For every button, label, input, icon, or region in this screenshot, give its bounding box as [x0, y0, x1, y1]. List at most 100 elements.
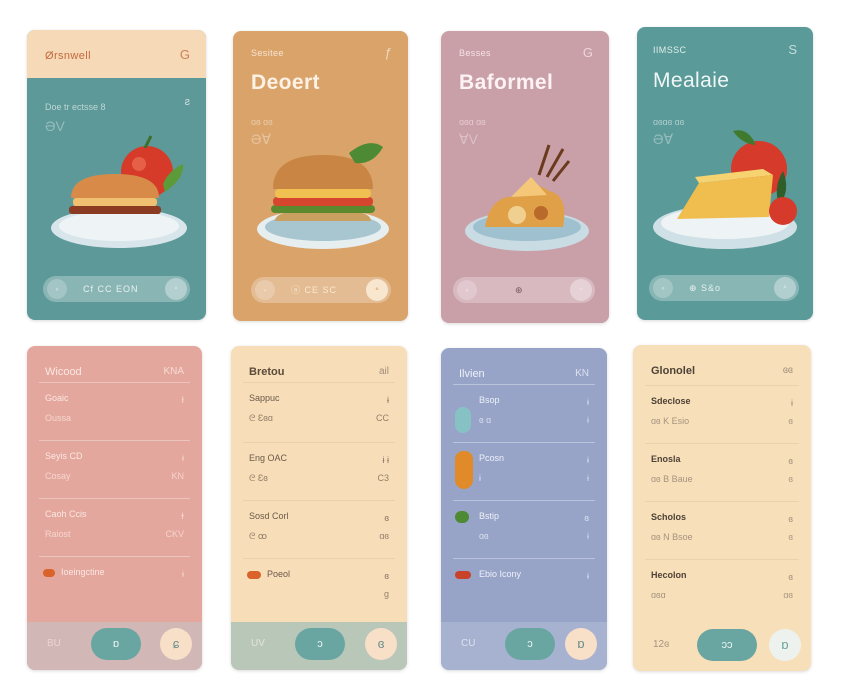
pill-left-icon[interactable]: ◦ [47, 279, 67, 299]
recipe-card-3[interactable]: Besses G Baformel ɑɞɑ ɑɞ ⱯV ◦ ⊕ ◦ [441, 31, 609, 323]
bar-label: 12ɞ [653, 639, 670, 650]
burger-icon [257, 143, 389, 249]
row-value-2: CC [376, 413, 389, 423]
row-value: ɨ [387, 395, 389, 405]
row-name: Sappuc [249, 393, 280, 403]
row-value: ɞ [384, 513, 389, 523]
row-sub: ᘓ Ɛɞɑ [249, 413, 273, 423]
pill-left-icon[interactable]: ◦ [255, 280, 275, 300]
bar-round-button[interactable]: ɒ [769, 629, 801, 661]
row-value-2: C3 [377, 473, 389, 483]
recipe-card-1[interactable]: Ørsnwell G Doe tr ectsse 8 ƨ ƏV ◦ Cf CC … [27, 30, 206, 320]
list-card-4: Glonolel ɞɞ Sdeclose ɑɞ K Esio ɨ ɞ Enosl… [633, 345, 811, 671]
row-value-2: ɨ [587, 473, 589, 483]
card-header-label: Besses [459, 48, 491, 58]
row-name: Hecolon [651, 570, 687, 580]
list-row[interactable]: Scholos ɑɞ N Bsoe ɞ ɞ [645, 501, 799, 558]
card-subtitle: Doe tr ectsse 8 [45, 102, 106, 112]
pill-right-icon[interactable]: ◦ [366, 279, 388, 301]
list-row[interactable]: Sdeclose ɑɞ K Esio ɨ ɞ [645, 385, 799, 442]
card-title: Deoert [251, 71, 320, 94]
recipe-card-2[interactable]: Sesitee ƒ Deoert ɑɞ ɑɞ ƏⱯ ◦ ⓐ CE SC ◦ [233, 31, 408, 321]
list-heading-right: ail [378, 366, 389, 377]
list-row[interactable]: Ioeingctine ɨ [39, 556, 190, 613]
pastry-bowl-icon [465, 144, 589, 251]
list-row[interactable]: Hecolon ɑɞɑ ɞ ɑɞ [645, 559, 799, 616]
row-value: ɨ [182, 569, 184, 579]
card-action-pill[interactable]: ◦ ⊕ ◦ [453, 277, 595, 303]
list-row[interactable]: Bstip ɑɞ ɞ ɨ [453, 500, 595, 557]
pill-right-icon[interactable]: ◦ [165, 278, 187, 300]
row-name: Scholos [651, 512, 687, 522]
row-value-2: KN [171, 471, 184, 481]
bar-pill-button[interactable]: ɔɔ [697, 629, 757, 661]
row-value: ɞ [788, 456, 793, 466]
card-header-label: Sesitee [251, 48, 284, 58]
row-value: ɨ [791, 398, 793, 408]
list-row[interactable]: Ebio Icony ɨ [453, 558, 595, 615]
list-row[interactable]: Pcosn ɨ ɨ ɨ [453, 442, 595, 499]
card-action-pill[interactable]: ◦ ⊕ S&o ◦ [649, 275, 799, 301]
bottom-bar: 12ɞ ɔɔ ɒ [633, 623, 811, 671]
row-value: ɨ [587, 455, 589, 465]
row-sub: ᘓ Ɛɞ [249, 473, 268, 483]
pill-left-icon[interactable]: ◦ [653, 278, 673, 298]
list-row[interactable]: Bsop ɞ ɑ ɨ ɨ [453, 384, 595, 441]
card-header-icon[interactable]: G [180, 47, 190, 62]
pill-text: Cf CC EON [83, 284, 139, 294]
row-sub: Oussa [45, 413, 72, 423]
pill-right-icon[interactable]: ◦ [774, 277, 796, 299]
list-heading-right: KN [575, 368, 589, 379]
list-row[interactable]: Goaic Oussa Ɨ [39, 382, 190, 439]
list-row[interactable]: Enosla ɑɞ B Baue ɞ ɞ [645, 443, 799, 500]
row-sub: ɑɞ N Bsoe [651, 532, 693, 542]
card-action-pill[interactable]: ◦ Cf CC EON ◦ [43, 276, 190, 302]
bar-label: BU [47, 638, 61, 649]
row-name: Ebio Icony [479, 569, 522, 579]
card-action-pill[interactable]: ◦ ⓐ CE SC ◦ [251, 277, 391, 303]
leaf-icon [455, 511, 469, 523]
row-value-2: ɑɞ [783, 590, 793, 600]
pill-text: ⊕ S&o [689, 283, 722, 293]
bottom-bar: UV ɔ ɞ [231, 622, 407, 670]
list-card-2: Bretou ail Sappuc ᘓ Ɛɞɑ ɨ CC Eng OAC ᘓ Ɛ… [231, 346, 407, 670]
red-dot-icon [455, 571, 471, 579]
row-name: Bsop [479, 395, 500, 405]
card-header-icon[interactable]: S [788, 42, 797, 57]
bar-pill-button[interactable]: ɔ [295, 628, 345, 660]
bar-label: UV [251, 638, 265, 649]
row-sub: ɑɞ K Esio [651, 416, 690, 426]
card-header-icon[interactable]: ƒ [385, 45, 392, 60]
row-name: Bstip [479, 511, 500, 521]
pill-right-icon[interactable]: ◦ [570, 279, 592, 301]
row-sub: ᘓ ꝏ [249, 531, 268, 541]
row-value: Ɨ [181, 395, 184, 405]
row-value-2: ɞ [788, 474, 793, 484]
bar-pill-button[interactable]: ɔ [505, 628, 555, 660]
row-sub: Cosay [45, 471, 71, 481]
recipe-card-4[interactable]: IIMSSC S Mealaie ɑɞɑɞ ɑɞ ƏⱯ ◦ ⊕ S&o ◦ [637, 27, 813, 320]
bar-round-button[interactable]: ɞ [365, 628, 397, 660]
list-row[interactable]: Sosd Corl ᘓ ꝏ ɞ ɑɞ [243, 500, 395, 557]
card-subtitle: ɑɞɑ ɑɞ [459, 117, 486, 127]
pill-left-icon[interactable]: ◦ [457, 280, 477, 300]
row-value-2: ɑɞ [379, 531, 389, 541]
pill-text: ⊕ [515, 285, 524, 295]
card-title: Baformel [459, 71, 554, 94]
list-row[interactable]: Caoh Ccis Raiost ɫ CKV [39, 498, 190, 555]
list-row[interactable]: Eng OAC ᘓ Ɛɞ ɨ ɨ C3 [243, 442, 395, 499]
list-row[interactable]: Seyis CD Cosay ɨ KN [39, 440, 190, 497]
row-sub: ɑɞ [479, 531, 489, 541]
bar-round-button[interactable]: ɒ [565, 628, 597, 660]
list-row[interactable]: Poeol ɞ ɡ [243, 558, 395, 615]
bar-pill-button[interactable]: ɒ [91, 628, 141, 660]
row-value-2: ɡ [383, 589, 389, 599]
list-row[interactable]: Sappuc ᘓ Ɛɞɑ ɨ CC [243, 382, 395, 439]
row-value: ɨ [587, 397, 589, 407]
row-sub: Raiost [45, 529, 71, 539]
row-value: ɨ [587, 571, 589, 581]
card-header-icon[interactable]: G [583, 45, 593, 60]
card-menu-icon[interactable]: ƨ [185, 96, 191, 108]
row-name: Pcosn [479, 453, 505, 463]
bar-round-button[interactable]: ɕ [160, 628, 192, 660]
